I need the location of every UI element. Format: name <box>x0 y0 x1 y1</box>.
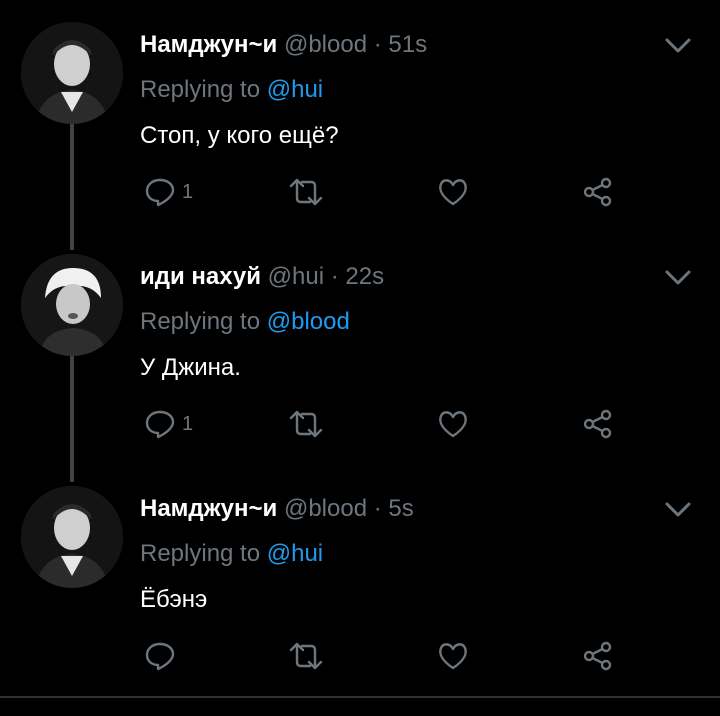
tweet-actions: 1 <box>0 404 720 444</box>
mention-link[interactable]: @blood <box>267 308 350 335</box>
reply-icon <box>145 410 175 439</box>
avatar-yoongi-image <box>21 254 123 356</box>
avatar-namjoon-image <box>21 486 123 588</box>
share-button[interactable] <box>581 172 613 212</box>
avatar[interactable] <box>21 22 123 124</box>
reply-count: 1 <box>182 180 194 203</box>
tweet-header: Намджун~и @blood · 5s <box>140 495 414 523</box>
tweet-text: Стоп, у кого ещё? <box>140 122 339 149</box>
retweet-icon <box>289 178 323 206</box>
replying-prefix: Replying to <box>140 540 261 567</box>
retweet-button[interactable] <box>288 636 324 676</box>
separator: · <box>373 495 382 522</box>
retweet-button[interactable] <box>288 404 324 444</box>
mention-link[interactable]: @hui <box>267 76 323 103</box>
tweet-actions <box>0 636 720 676</box>
handle[interactable]: @hui <box>268 263 324 290</box>
divider <box>0 696 720 698</box>
display-name[interactable]: иди нахуй <box>140 263 261 290</box>
share-icon <box>583 177 612 207</box>
tweet-text: У Джина. <box>140 354 241 381</box>
timestamp[interactable]: 22s <box>345 263 384 290</box>
reply-button[interactable]: 1 <box>144 172 193 212</box>
tweet-header: иди нахуй @hui · 22s <box>140 263 384 291</box>
separator: · <box>373 31 382 58</box>
share-icon <box>583 641 612 671</box>
tweet-header: Намджун~и @blood · 51s <box>140 31 427 59</box>
tweet[interactable]: Намджун~и @blood · 5s Replying to @hui Ё… <box>0 464 720 696</box>
share-icon <box>583 409 612 439</box>
mention-link[interactable]: @hui <box>267 540 323 567</box>
retweet-button[interactable] <box>288 172 324 212</box>
separator: · <box>330 263 339 290</box>
retweet-icon <box>289 642 323 670</box>
replying-to: Replying to @hui <box>140 540 323 568</box>
like-icon <box>439 179 467 206</box>
like-button[interactable] <box>437 172 469 212</box>
display-name[interactable]: Намджун~и <box>140 495 277 522</box>
avatar-namjoon-image <box>21 22 123 124</box>
chevron-down-icon[interactable] <box>664 500 692 520</box>
replying-prefix: Replying to <box>140 76 261 103</box>
reply-button[interactable] <box>144 636 182 676</box>
display-name[interactable]: Намджун~и <box>140 31 277 58</box>
reply-count: 1 <box>182 412 194 435</box>
timestamp[interactable]: 51s <box>388 31 427 58</box>
replying-to: Replying to @hui <box>140 76 323 104</box>
reply-button[interactable]: 1 <box>144 404 193 444</box>
tweet-text: Ёбэнэ <box>140 586 208 613</box>
reply-icon <box>145 178 175 207</box>
replying-to: Replying to @blood <box>140 308 350 336</box>
share-button[interactable] <box>581 636 613 676</box>
handle[interactable]: @blood <box>284 495 367 522</box>
retweet-icon <box>289 410 323 438</box>
timestamp[interactable]: 5s <box>388 495 413 522</box>
avatar[interactable] <box>21 254 123 356</box>
tweet-actions: 1 <box>0 172 720 212</box>
tweet[interactable]: Намджун~и @blood · 51s Replying to @hui … <box>0 0 720 232</box>
like-button[interactable] <box>437 404 469 444</box>
chevron-down-icon[interactable] <box>664 268 692 288</box>
avatar[interactable] <box>21 486 123 588</box>
tweet[interactable]: иди нахуй @hui · 22s Replying to @blood … <box>0 232 720 464</box>
like-button[interactable] <box>437 636 469 676</box>
handle[interactable]: @blood <box>284 31 367 58</box>
share-button[interactable] <box>581 404 613 444</box>
reply-icon <box>145 642 175 671</box>
replying-prefix: Replying to <box>140 308 261 335</box>
like-icon <box>439 643 467 670</box>
chevron-down-icon[interactable] <box>664 36 692 56</box>
like-icon <box>439 411 467 438</box>
